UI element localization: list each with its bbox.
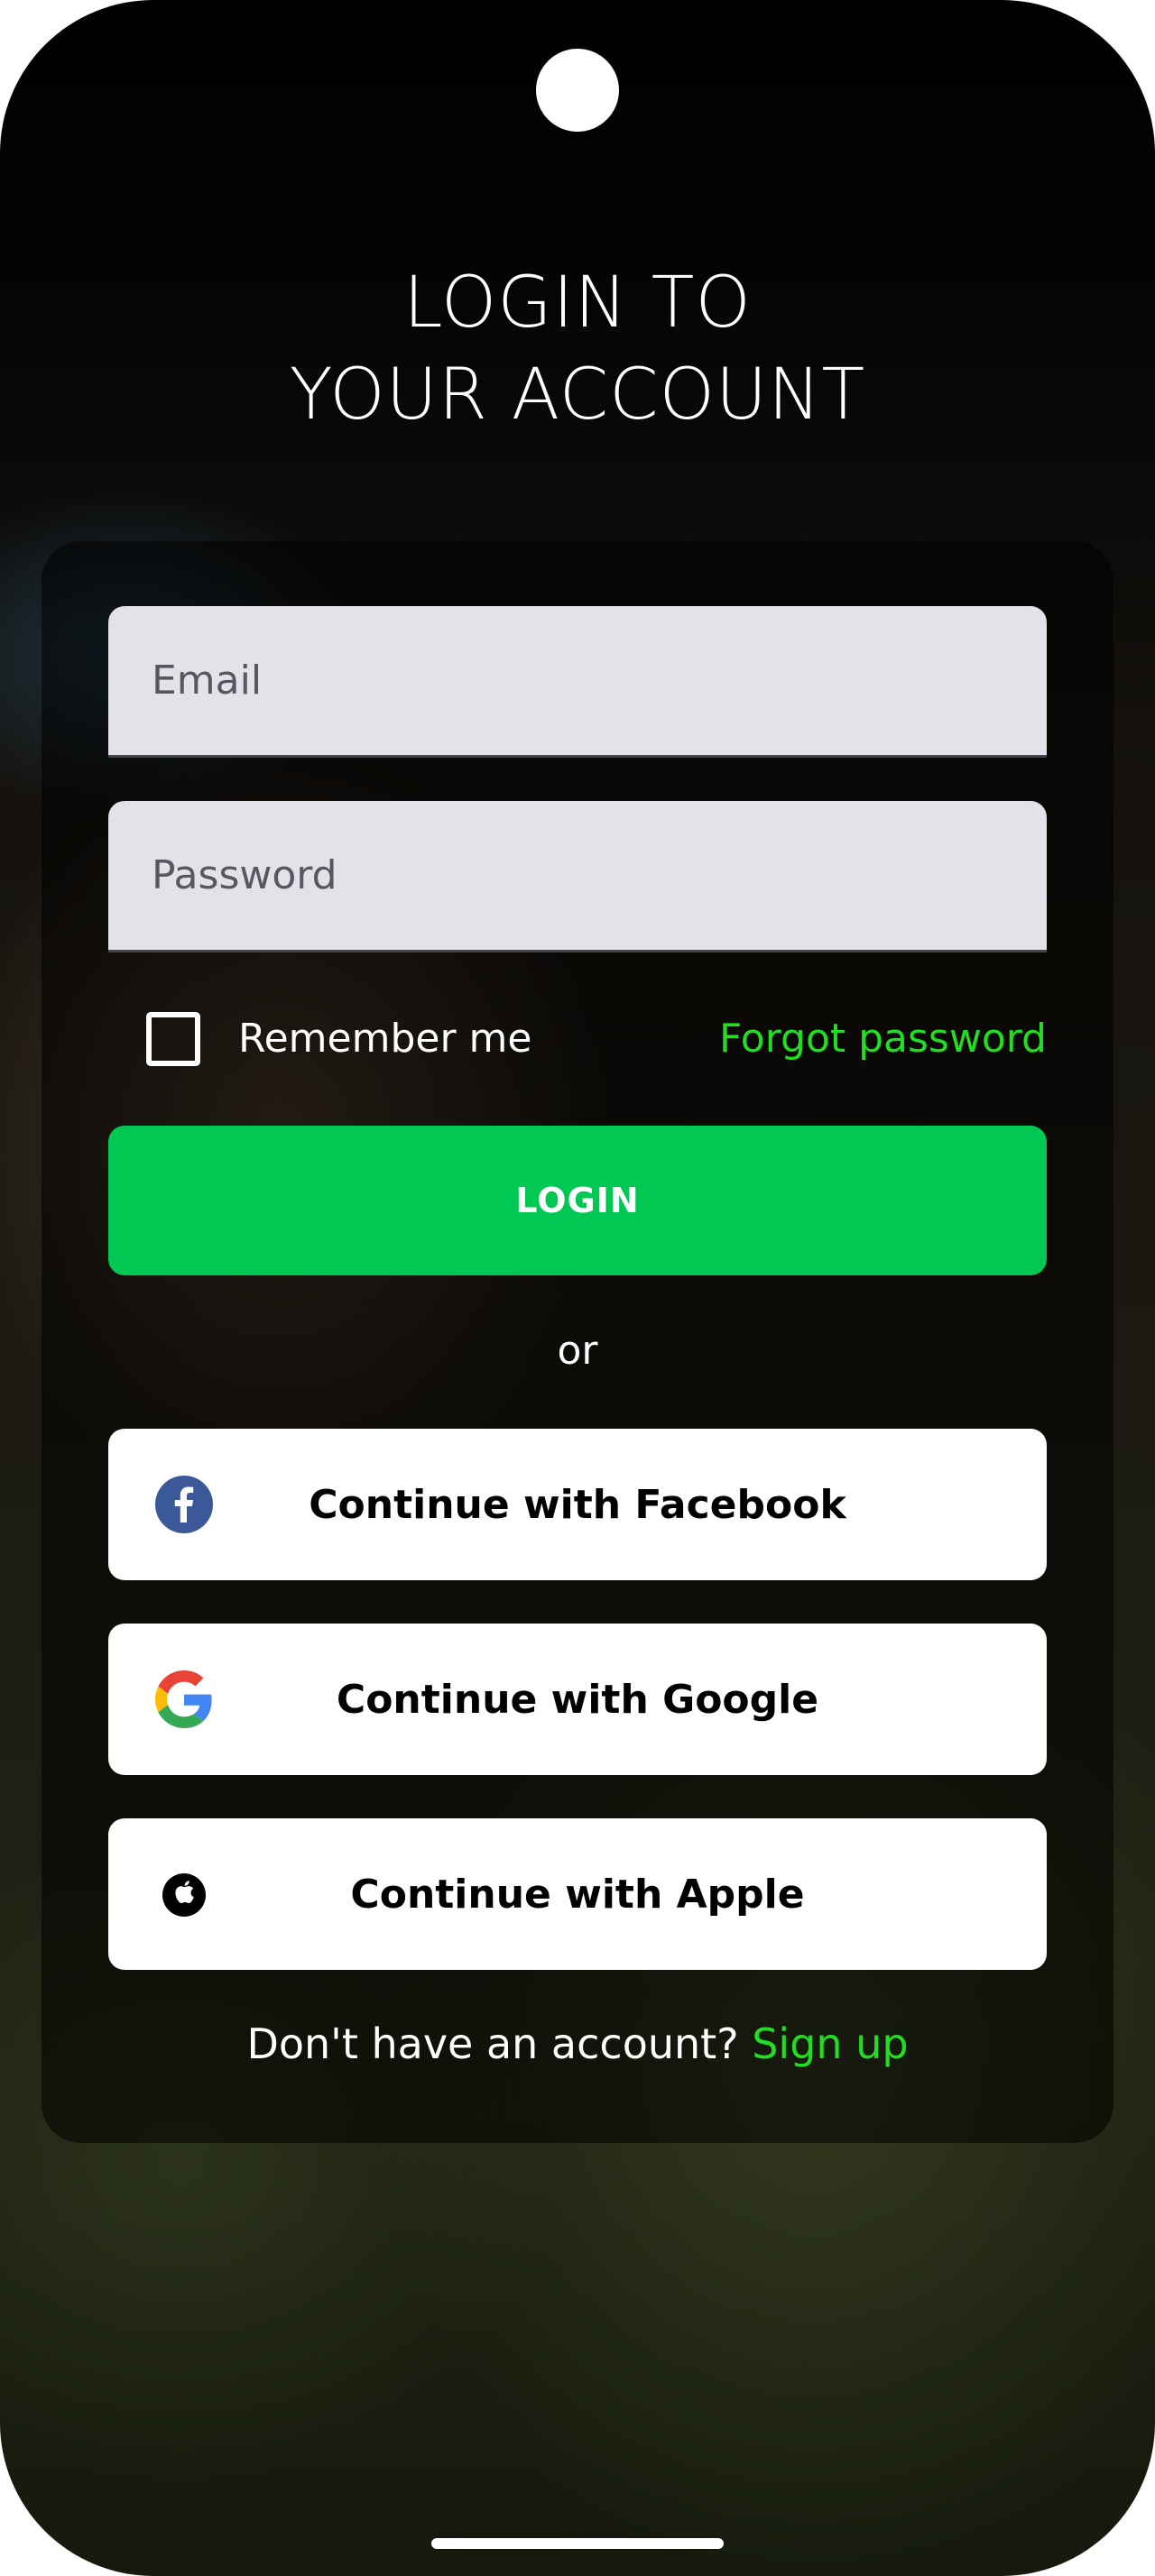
home-indicator[interactable] xyxy=(431,2538,724,2549)
continue-with-facebook-button[interactable]: Continue with Facebook xyxy=(108,1429,1047,1580)
remember-me-checkbox[interactable] xyxy=(146,1012,200,1066)
email-field-container xyxy=(108,606,1047,758)
email-field[interactable] xyxy=(108,606,1047,755)
login-button[interactable]: LOGIN xyxy=(108,1126,1047,1275)
camera-cutout xyxy=(536,49,619,132)
page-title-line1: LOGIN TO xyxy=(403,262,752,344)
remember-me-label[interactable]: Remember me xyxy=(238,1010,531,1068)
phone-screen: LOGIN TO YOUR ACCOUNT Remember me Forgot… xyxy=(0,0,1155,2576)
google-button-label: Continue with Google xyxy=(336,1676,819,1723)
signup-link[interactable]: Sign up xyxy=(752,2019,908,2068)
password-field-container xyxy=(108,801,1047,952)
page-title: LOGIN TO YOUR ACCOUNT xyxy=(0,257,1155,441)
continue-with-google-button[interactable]: Continue with Google xyxy=(108,1624,1047,1775)
or-divider-text: or xyxy=(557,1328,598,1374)
forgot-password-link[interactable]: Forgot password xyxy=(719,1010,1047,1068)
signup-prompt: Don't have an account? xyxy=(246,2019,739,2068)
apple-button-label: Continue with Apple xyxy=(350,1871,805,1918)
page-title-line2: YOUR ACCOUNT xyxy=(289,354,866,436)
continue-with-apple-button[interactable]: Continue with Apple xyxy=(108,1818,1047,1970)
facebook-button-label: Continue with Facebook xyxy=(309,1481,846,1528)
signup-row: Don't have an account? Sign up xyxy=(0,2015,1155,2073)
password-field[interactable] xyxy=(108,801,1047,950)
